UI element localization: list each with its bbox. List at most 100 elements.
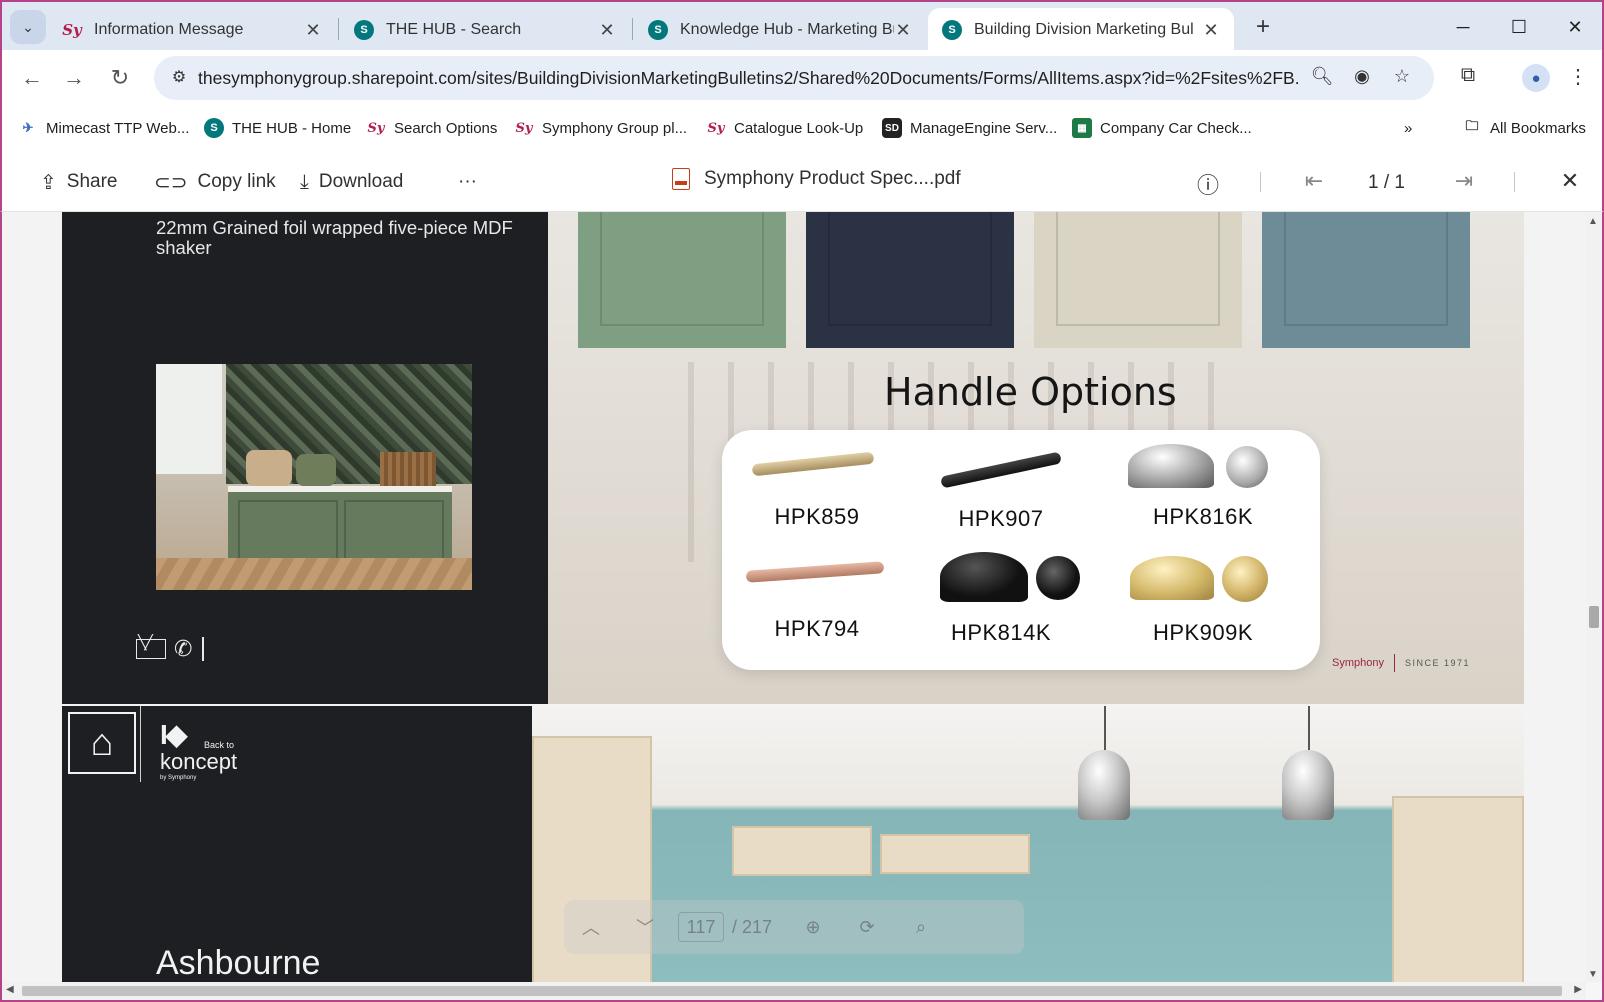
close-tab-icon[interactable]: ✕: [304, 20, 322, 41]
door-swatch: [1262, 212, 1470, 348]
tab-search-button[interactable]: ⌄: [10, 10, 46, 44]
download-button[interactable]: ⤓ Download: [300, 168, 403, 196]
vertical-scrollbar[interactable]: ▲ ▼: [1586, 212, 1602, 982]
bookmark-label: Mimecast TTP Web...: [46, 119, 190, 137]
brass-cup-handle-image: [1130, 556, 1214, 600]
tab-title: Knowledge Hub - Marketing Bu: [680, 21, 894, 38]
tab-knowledge-hub[interactable]: S Knowledge Hub - Marketing Bu ✕: [634, 8, 926, 52]
scroll-down-icon[interactable]: ▼: [1588, 969, 1598, 980]
home-button[interactable]: ⌂: [68, 712, 136, 774]
close-tab-icon[interactable]: ✕: [598, 20, 616, 41]
tab-hub-search[interactable]: S THE HUB - Search ✕: [340, 8, 630, 52]
close-tab-icon[interactable]: ✕: [1202, 20, 1220, 41]
tab-title: THE HUB - Search: [386, 21, 522, 38]
download-icon: ⤓: [300, 170, 309, 193]
scroll-right-icon[interactable]: ▶: [1574, 984, 1582, 995]
reload-button[interactable]: ↻: [104, 62, 136, 94]
bookmark-star-icon[interactable]: ☆: [1390, 66, 1414, 90]
all-bookmarks-button[interactable]: 🗀 All Bookmarks: [1462, 116, 1585, 140]
bookmark-symphony-group[interactable]: Sy Symphony Group pl...: [514, 116, 688, 140]
bookmark-company-car[interactable]: ▦ Company Car Check...: [1072, 116, 1252, 140]
scroll-left-icon[interactable]: ◀: [6, 984, 14, 995]
photo-pendant-light: [1078, 750, 1130, 820]
photo-pendant-light: [1282, 750, 1334, 820]
black-bar-handle-image: [940, 451, 1062, 489]
folder-icon: 🗀: [1465, 118, 1479, 133]
tab-building-division[interactable]: S Building Division Marketing Bul ✕: [928, 8, 1234, 52]
zoom-icon[interactable]: 🔍︎: [1310, 66, 1334, 90]
sharepoint-icon: S: [648, 20, 668, 40]
previous-page-icon[interactable]: ︿: [564, 914, 618, 940]
horizontal-scrollbar[interactable]: ◀ ▶: [2, 982, 1586, 1000]
toolbar-divider: [1260, 172, 1261, 192]
eye-icon[interactable]: ◉: [1350, 66, 1374, 90]
zoom-in-icon[interactable]: ⊕: [786, 917, 840, 938]
bookmark-label: Company Car Check...: [1100, 119, 1252, 137]
copy-link-label: Copy link: [197, 171, 276, 192]
forward-button[interactable]: →: [58, 62, 90, 94]
close-viewer-icon[interactable]: ✕: [1556, 168, 1584, 196]
mail-icon: [136, 634, 166, 659]
pdf-document-area[interactable]: 22mm Grained foil wrapped five-piece MDF…: [2, 212, 1586, 982]
bookmark-label: Symphony Group pl...: [542, 119, 688, 137]
bookmark-search-options[interactable]: Sy Search Options: [366, 116, 498, 140]
back-button[interactable]: ←: [16, 62, 48, 94]
scroll-up-icon[interactable]: ▲: [1588, 216, 1598, 227]
bookmark-catalogue-lookup[interactable]: Sy Catalogue Look-Up: [706, 116, 864, 140]
link-icon: ⊂⊃: [154, 171, 188, 194]
site-settings-icon[interactable]: ⚙: [168, 67, 190, 89]
close-tab-icon[interactable]: ✕: [894, 20, 912, 41]
rotate-icon[interactable]: ⟳: [840, 917, 894, 938]
bookmark-mimecast[interactable]: ✈ Mimecast TTP Web...: [18, 116, 190, 140]
scrollbar-thumb[interactable]: [22, 986, 1562, 996]
profile-avatar[interactable]: ●: [1522, 64, 1550, 92]
door-swatch: [578, 212, 786, 348]
next-page-icon[interactable]: ﹀: [618, 914, 672, 940]
chrome-knob-image: [1226, 446, 1268, 488]
last-page-icon[interactable]: ⇥: [1450, 168, 1478, 196]
photo-basket: [380, 452, 436, 488]
page-indicator: 1 / 1: [1368, 172, 1405, 193]
sharepoint-icon: S: [204, 118, 224, 138]
handle-options-heading: Handle Options: [884, 370, 1177, 414]
page-left-panel: 22mm Grained foil wrapped five-piece MDF…: [62, 212, 548, 704]
new-tab-button[interactable]: +: [1248, 10, 1278, 44]
more-options-button[interactable]: ···: [458, 168, 477, 196]
scrollbar-thumb[interactable]: [1589, 606, 1599, 628]
bookmark-hub-home[interactable]: S THE HUB - Home: [204, 116, 351, 140]
sy-logo-icon: Sy: [515, 120, 533, 136]
close-window-button[interactable]: ✕: [1550, 8, 1600, 46]
sharepoint-icon: S: [942, 20, 962, 40]
info-icon[interactable]: ⓘ: [1194, 168, 1222, 198]
search-icon[interactable]: ⌕: [894, 917, 948, 938]
koncept-wordmark: koncept: [160, 749, 238, 774]
plus-icon: +: [1255, 13, 1270, 40]
first-page-icon[interactable]: ⇤: [1300, 168, 1328, 196]
address-bar[interactable]: ⚙ thesymphonygroup.sharepoint.com/sites/…: [154, 56, 1434, 100]
back-to-koncept-link[interactable]: I◆ Back to koncept by Symphony: [160, 718, 237, 781]
extensions-icon[interactable]: ⧉: [1454, 64, 1482, 92]
share-button[interactable]: ⇪ Share: [40, 168, 117, 196]
handle-code: HPK814K: [950, 620, 1052, 645]
bookmark-manageengine[interactable]: SD ManageEngine Serv...: [882, 116, 1057, 140]
tab-information-message[interactable]: Sy Information Message ✕: [48, 8, 336, 52]
maximize-button[interactable]: ☐: [1494, 8, 1544, 46]
page-number-input[interactable]: 117: [678, 912, 724, 942]
reload-icon: ↻: [110, 65, 130, 90]
menu-kebab-icon[interactable]: ⋮: [1564, 64, 1592, 92]
minimize-button[interactable]: ─: [1438, 8, 1488, 46]
url-text[interactable]: thesymphonygroup.sharepoint.com/sites/Bu…: [198, 68, 1298, 89]
brand-name: Symphony: [1331, 657, 1384, 669]
download-label: Download: [318, 171, 404, 192]
pdf-viewer-header: ⇪ Share ⊂⊃ Copy link ⤓ Download ··· Symp…: [0, 150, 1604, 212]
photo-cushion: [296, 454, 336, 486]
page-total: / 217: [732, 916, 773, 937]
document-title: Symphony Product Spec....pdf: [672, 168, 961, 190]
tab-divider: [338, 18, 339, 40]
phone-icon: ✆: [174, 636, 193, 661]
sy-logo-icon: Sy: [707, 120, 725, 136]
back-to-label: Back to: [204, 740, 235, 750]
brass-bar-handle-image: [751, 451, 875, 477]
bookmarks-overflow-button[interactable]: »: [1404, 116, 1412, 140]
copy-link-button[interactable]: ⊂⊃ Copy link: [154, 168, 276, 196]
